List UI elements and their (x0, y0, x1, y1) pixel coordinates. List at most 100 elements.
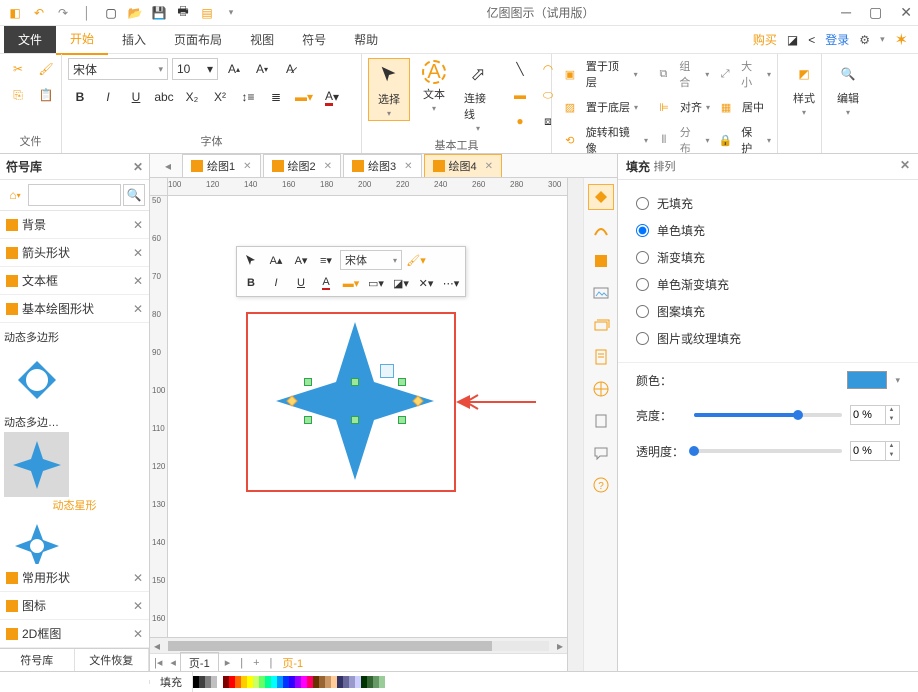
rstrip-image-icon[interactable] (588, 280, 614, 306)
circle-tool-icon[interactable]: ● (508, 110, 532, 132)
rstrip-line-icon[interactable] (588, 216, 614, 242)
home-icon[interactable]: ⌂▾ (4, 184, 26, 206)
float-shadow-icon[interactable]: ◪▾ (390, 273, 412, 293)
float-bold-icon[interactable]: B (240, 273, 262, 293)
brush-icon[interactable]: 🖌 (34, 58, 58, 80)
size-label[interactable]: 大小 (741, 58, 763, 90)
float-more-icon[interactable]: ⋯▾ (440, 273, 462, 293)
group-icon[interactable]: ⧉ (652, 63, 676, 85)
close-button[interactable]: ✕ (900, 4, 912, 21)
copy-icon[interactable]: ⎘ (6, 84, 30, 106)
rect-tool-icon[interactable]: ▬ (508, 84, 532, 106)
doc-tab-3[interactable]: 绘图3✕ (343, 154, 422, 177)
save-icon[interactable]: 💾 (150, 4, 168, 22)
strike-button[interactable]: abc (152, 86, 176, 108)
send-back-icon[interactable]: ▨ (558, 96, 582, 118)
category-basic-shapes[interactable]: 基本绘图形状✕ (0, 295, 149, 323)
buy-link[interactable]: 购买 (753, 31, 777, 48)
select-tool[interactable]: 选择 ▾ (368, 58, 410, 121)
rstrip-clipboard-icon[interactable] (588, 408, 614, 434)
qat-more-icon[interactable]: ▾ (222, 4, 240, 22)
rstrip-layers-icon[interactable] (588, 312, 614, 338)
fill-panel-close-icon[interactable]: ✕ (900, 158, 910, 175)
fill-opt-texture[interactable]: 图片或纹理填充 (636, 325, 900, 352)
doc-tab-4[interactable]: 绘图4✕ (424, 154, 503, 177)
page-next-icon[interactable]: ▸ (219, 656, 237, 669)
align-label[interactable]: 对齐 (680, 99, 702, 115)
bring-front-icon[interactable]: ▣ (558, 63, 582, 85)
paste-icon[interactable]: ✂ (6, 58, 30, 80)
page-tab[interactable]: 页-1 (180, 652, 219, 671)
page-add-icon[interactable]: + (247, 657, 265, 669)
vertical-scrollbar[interactable] (567, 178, 583, 671)
rotate-label[interactable]: 旋转和镜像 (586, 124, 640, 156)
font-name-select[interactable]: 宋体▾ (68, 58, 168, 80)
library-search-input[interactable] (28, 184, 121, 206)
page-current-label[interactable]: 页-1 (276, 655, 309, 671)
shape-star-hole[interactable] (4, 513, 69, 564)
minimize-button[interactable]: ─ (841, 4, 851, 21)
category-textbox[interactable]: 文本框✕ (0, 267, 149, 295)
category-background[interactable]: 背景✕ (0, 211, 149, 239)
drawing-page[interactable]: A▴ A▾ ≡▾ 宋体▾ 🖌▾ B I U A ▬ (168, 196, 567, 637)
line-tool-icon[interactable]: ╲ (508, 58, 532, 80)
fill-opt-pattern[interactable]: 图案填充 (636, 298, 900, 325)
bring-front-label[interactable]: 置于顶层 (586, 58, 630, 90)
fill-opt-none[interactable]: 无填充 (636, 190, 900, 217)
float-italic-icon[interactable]: I (265, 273, 287, 293)
distribute-label[interactable]: 分布 (680, 124, 702, 156)
rstrip-comment-icon[interactable] (588, 440, 614, 466)
float-cursor-icon[interactable] (240, 250, 262, 270)
logo-icon[interactable]: ✶ (895, 30, 908, 50)
bottom-tab-recover[interactable]: 文件恢复 (75, 649, 150, 671)
shape-poly-diamond[interactable] (4, 347, 69, 412)
gear-icon[interactable]: ⚙ (859, 33, 870, 47)
group-label[interactable]: 组合 (679, 58, 701, 90)
brightness-slider[interactable] (694, 413, 842, 417)
center-label[interactable]: 居中 (742, 99, 764, 115)
fill-opt-gradient[interactable]: 渐变填充 (636, 244, 900, 271)
login-link[interactable]: 登录 (825, 31, 849, 48)
export-icon[interactable]: ▤ (198, 4, 216, 22)
text-tool[interactable]: A 文本 ▾ (416, 58, 452, 115)
rstrip-page-icon[interactable] (588, 344, 614, 370)
line-spacing-button[interactable]: ↕≡ (236, 86, 260, 108)
grow-font-icon[interactable]: A▴ (222, 58, 246, 80)
float-fill-icon[interactable]: ▬▾ (340, 273, 362, 293)
rotate-icon[interactable]: ⟲ (558, 129, 582, 151)
float-brush-icon[interactable]: 🖌▾ (405, 250, 427, 270)
float-fontcolor-icon[interactable]: A (315, 273, 337, 293)
tab-page-layout[interactable]: 页面布局 (160, 25, 236, 54)
doc-tab-1[interactable]: 绘图1✕ (182, 154, 261, 177)
doc-tab-2[interactable]: 绘图2✕ (263, 154, 342, 177)
open-icon[interactable]: 📂 (126, 4, 144, 22)
center-icon[interactable]: ▦ (714, 96, 738, 118)
font-color-button[interactable]: A▾ (320, 86, 344, 108)
float-line-icon[interactable]: ▭▾ (365, 273, 387, 293)
opacity-slider[interactable] (694, 449, 842, 453)
opacity-spinner[interactable]: ▲▼ (850, 441, 900, 461)
tab-start[interactable]: 开始 (56, 24, 108, 55)
undo-icon[interactable]: ↶ (30, 4, 48, 22)
share-icon[interactable]: ◪ (787, 33, 798, 47)
paste2-icon[interactable]: 📋 (34, 84, 58, 106)
category-common-shapes[interactable]: 常用形状✕ (0, 564, 149, 592)
subscript-button[interactable]: X₂ (180, 86, 204, 108)
search-icon[interactable]: 🔍 (123, 184, 145, 206)
align-icon[interactable]: ⊫ (652, 96, 676, 118)
underline-button[interactable]: U (124, 86, 148, 108)
category-arrow-shapes[interactable]: 箭头形状✕ (0, 239, 149, 267)
tab-help[interactable]: 帮助 (340, 25, 392, 54)
style-button[interactable]: ◩ 样式▾ (784, 58, 824, 119)
color-swatch[interactable] (847, 371, 887, 389)
rstrip-shadow-icon[interactable] (588, 248, 614, 274)
gear-caret-icon[interactable]: ▾ (880, 34, 885, 45)
category-icons[interactable]: 图标✕ (0, 592, 149, 620)
italic-button[interactable]: I (96, 86, 120, 108)
panel-close-icon[interactable]: ✕ (133, 160, 143, 174)
category-2d-block[interactable]: 2D框图✕ (0, 620, 149, 648)
rstrip-globe-icon[interactable] (588, 376, 614, 402)
tab-scroll-left-icon[interactable]: ◂ (156, 155, 180, 177)
page-prev2-icon[interactable]: ◂ (166, 656, 180, 669)
file-menu-button[interactable]: 文件 (4, 26, 56, 53)
